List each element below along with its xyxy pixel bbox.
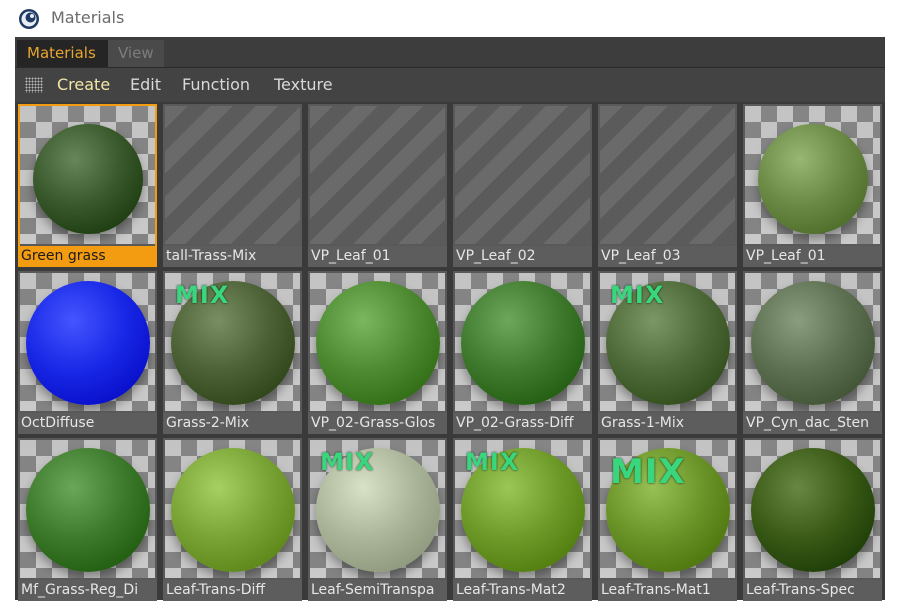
- menu-edit[interactable]: Edit: [130, 68, 161, 102]
- material-preview: [745, 273, 880, 411]
- material-preview: MIX: [455, 440, 590, 578]
- menu-bar: Create Edit Function Texture: [15, 68, 885, 102]
- menu-texture[interactable]: Texture: [274, 68, 333, 102]
- menu-create[interactable]: Create: [57, 68, 110, 102]
- material-preview-placeholder: [600, 106, 735, 244]
- material-preview: MIX: [600, 273, 735, 411]
- material-name[interactable]: tall-Trass-Mix: [163, 246, 302, 267]
- material-sphere: [750, 281, 875, 405]
- material-sphere: [25, 281, 150, 405]
- material-preview: [745, 106, 880, 244]
- material-tile[interactable]: VP_Leaf_03: [598, 104, 737, 267]
- material-sphere: [757, 124, 868, 234]
- material-tile[interactable]: VP_Leaf_02: [453, 104, 592, 267]
- material-name[interactable]: Leaf-Trans-Spec: [743, 580, 882, 601]
- material-tile[interactable]: VP_Leaf_01: [743, 104, 882, 267]
- material-tile[interactable]: MIX Grass-2-Mix: [163, 271, 302, 434]
- grip-icon[interactable]: [25, 77, 43, 93]
- material-tile[interactable]: Mf_Grass-Reg_Di: [18, 438, 157, 601]
- tab-view[interactable]: View: [108, 40, 164, 67]
- material-tile[interactable]: MIX Leaf-Trans-Mat2: [453, 438, 592, 601]
- material-name[interactable]: Leaf-Trans-Mat1: [598, 580, 737, 601]
- material-preview: [310, 273, 445, 411]
- material-preview-placeholder: [455, 106, 590, 244]
- material-name[interactable]: VP_02-Grass-Diff: [453, 413, 592, 434]
- material-sphere: [170, 448, 295, 572]
- material-tile[interactable]: tall-Trass-Mix: [163, 104, 302, 267]
- material-name[interactable]: VP_02-Grass-Glos: [308, 413, 447, 434]
- material-name[interactable]: Mf_Grass-Reg_Di: [18, 580, 157, 601]
- mix-badge: MIX: [465, 448, 520, 476]
- material-preview: [20, 106, 155, 244]
- mix-badge: MIX: [175, 281, 230, 309]
- material-tile[interactable]: MIX Leaf-SemiTranspa: [308, 438, 447, 601]
- material-sphere: [32, 124, 143, 234]
- material-name[interactable]: VP_Leaf_01: [743, 246, 882, 267]
- material-tile[interactable]: OctDiffuse: [18, 271, 157, 434]
- menu-function[interactable]: Function: [182, 68, 250, 102]
- material-name[interactable]: Green grass: [18, 246, 157, 267]
- mix-badge: MIX: [610, 452, 686, 492]
- material-sphere: [315, 281, 440, 405]
- material-name[interactable]: VP_Leaf_03: [598, 246, 737, 267]
- material-tile[interactable]: VP_02-Grass-Glos: [308, 271, 447, 434]
- materials-panel: Materials View Create Edit Function Text…: [15, 37, 885, 601]
- material-preview-placeholder: [310, 106, 445, 244]
- material-preview: MIX: [600, 440, 735, 578]
- material-preview: [745, 440, 880, 578]
- material-tile[interactable]: MIX Leaf-Trans-Mat1: [598, 438, 737, 601]
- window-title: Materials: [51, 8, 125, 27]
- material-name[interactable]: Grass-1-Mix: [598, 413, 737, 434]
- tab-bar: Materials View: [15, 37, 885, 68]
- material-preview: [455, 273, 590, 411]
- material-name[interactable]: Leaf-Trans-Mat2: [453, 580, 592, 601]
- material-tile[interactable]: MIX Grass-1-Mix: [598, 271, 737, 434]
- material-preview: [20, 440, 155, 578]
- material-preview: MIX: [165, 273, 300, 411]
- material-tile[interactable]: VP_Cyn_dac_Sten: [743, 271, 882, 434]
- mix-badge: MIX: [320, 448, 375, 476]
- material-preview: [20, 273, 155, 411]
- mix-badge: MIX: [610, 281, 665, 309]
- material-preview: [165, 440, 300, 578]
- material-name[interactable]: OctDiffuse: [18, 413, 157, 434]
- material-name[interactable]: VP_Cyn_dac_Sten: [743, 413, 882, 434]
- material-name[interactable]: Leaf-Trans-Diff: [163, 580, 302, 601]
- material-tile[interactable]: VP_02-Grass-Diff: [453, 271, 592, 434]
- tab-materials[interactable]: Materials: [17, 40, 108, 67]
- material-name[interactable]: Leaf-SemiTranspa: [308, 580, 447, 601]
- material-name[interactable]: VP_Leaf_01: [308, 246, 447, 267]
- title-bar: Materials: [0, 0, 900, 36]
- material-sphere: [460, 281, 585, 405]
- material-preview-placeholder: [165, 106, 300, 244]
- material-tile[interactable]: Green grass: [18, 104, 157, 267]
- material-tile[interactable]: Leaf-Trans-Spec: [743, 438, 882, 601]
- material-preview: MIX: [310, 440, 445, 578]
- material-tile[interactable]: VP_Leaf_01: [308, 104, 447, 267]
- material-sphere: [25, 448, 150, 572]
- material-grid: Green grass tall-Trass-Mix VP_Leaf_01 VP_Le…: [18, 104, 884, 601]
- material-name[interactable]: VP_Leaf_02: [453, 246, 592, 267]
- material-sphere: [750, 448, 875, 572]
- material-name[interactable]: Grass-2-Mix: [163, 413, 302, 434]
- material-tile[interactable]: Leaf-Trans-Diff: [163, 438, 302, 601]
- cinema4d-icon: [19, 9, 39, 29]
